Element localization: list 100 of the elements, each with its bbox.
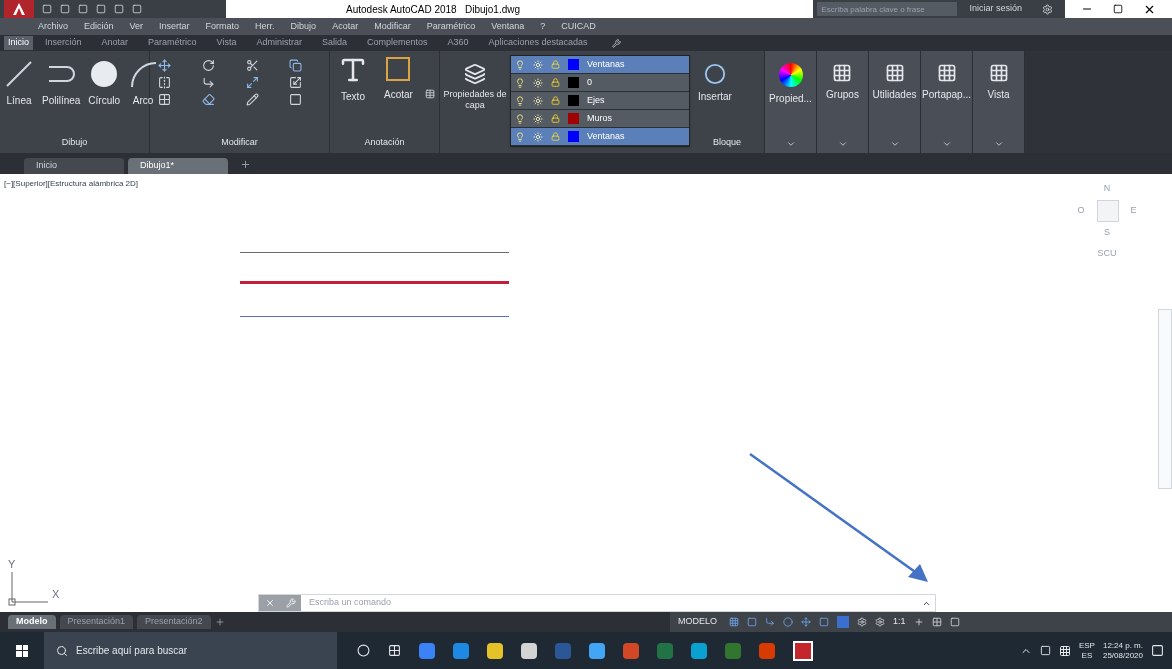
layout-tab[interactable]: Presentación2 — [137, 615, 211, 629]
scale-icon[interactable] — [289, 76, 303, 89]
ribbon-tool[interactable]: Círculo — [84, 59, 125, 108]
layout-tab[interactable]: Presentación1 — [59, 615, 134, 629]
app-icon[interactable] — [453, 642, 469, 659]
menu-item[interactable]: Ventana — [491, 19, 525, 34]
layer-row[interactable]: Ventanas — [511, 56, 689, 74]
menu-item[interactable]: Modificar — [374, 19, 411, 34]
status-icon[interactable] — [949, 617, 960, 627]
status-icon[interactable] — [913, 617, 924, 627]
layer-properties-label[interactable]: Propiedades de capa — [443, 89, 507, 111]
lock-icon[interactable] — [551, 78, 560, 87]
region-label[interactable]: ES — [1081, 650, 1093, 661]
model-space-button[interactable]: MODELO — [674, 615, 721, 629]
annotation-scale-button[interactable]: 1:1 — [893, 615, 906, 629]
scissors-icon[interactable] — [245, 59, 259, 72]
layer-row[interactable]: Ventanas — [511, 128, 689, 146]
layout-tab[interactable]: Modelo — [8, 615, 56, 629]
app-icon[interactable] — [589, 642, 605, 659]
ribbon-tab[interactable]: Inicio — [4, 36, 33, 50]
sun-icon[interactable] — [533, 113, 543, 124]
corner-arrow-icon[interactable] — [201, 76, 215, 89]
layer-row[interactable]: Ejes — [511, 92, 689, 110]
command-input[interactable]: Escriba un comando — [301, 596, 922, 610]
panel-title[interactable]: Dibujo — [0, 135, 149, 153]
status-icon[interactable] — [729, 617, 739, 627]
panel-title[interactable]: Modificar — [150, 135, 329, 153]
pencil-icon[interactable] — [245, 93, 259, 106]
sun-icon[interactable] — [533, 77, 543, 88]
language-label[interactable]: ESP — [1078, 640, 1095, 651]
ribbon-tab[interactable]: Vista — [208, 36, 245, 50]
app-icon[interactable] — [521, 642, 537, 659]
tool-icon[interactable] — [611, 38, 621, 48]
panel-title[interactable]: Bloque — [690, 135, 764, 153]
layer-row[interactable]: Muros — [511, 110, 689, 128]
app-logo-icon[interactable] — [4, 0, 34, 18]
document-tab[interactable]: Dibujo1* — [128, 158, 228, 174]
gear-icon[interactable] — [857, 617, 867, 627]
add-tab-icon[interactable] — [214, 617, 225, 627]
ribbon-tab[interactable]: Complementos — [359, 36, 436, 50]
taskbar-search-field[interactable]: Escribe aquí para buscar — [44, 632, 337, 669]
ribbon-tab[interactable]: Aplicaciones destacadas — [480, 36, 596, 50]
ribbon-tab[interactable]: Anotar — [93, 36, 137, 50]
lightbulb-icon[interactable] — [515, 77, 525, 88]
ribbon-tab[interactable]: Inserción — [37, 36, 90, 50]
status-icon[interactable] — [747, 617, 757, 627]
ribbon-tool[interactable]: Línea — [0, 59, 38, 108]
ribbon-tab[interactable]: Administrar — [248, 36, 310, 50]
ribbon-tab[interactable]: Salida — [313, 36, 355, 50]
mirror-icon[interactable] — [158, 76, 171, 89]
lightbulb-icon[interactable] — [515, 59, 525, 70]
menu-item[interactable]: Insertar — [159, 19, 190, 34]
layer-dropdown[interactable]: Ventanas 0 Ejes Muros Ventanas — [510, 55, 690, 147]
task-view-icon[interactable] — [388, 644, 401, 657]
lock-icon[interactable] — [551, 96, 560, 105]
status-icon[interactable] — [801, 617, 811, 627]
lock-icon[interactable] — [551, 132, 560, 141]
ribbon-tool[interactable]: Insertar — [694, 63, 736, 104]
status-icon[interactable] — [931, 617, 942, 627]
status-icon[interactable] — [783, 617, 793, 627]
clock-date[interactable]: 25/08/2020 — [1102, 650, 1143, 661]
ribbon-tool[interactable]: Polilínea — [38, 59, 85, 108]
eraser-icon[interactable] — [201, 93, 215, 106]
layer-row[interactable]: 0 — [511, 74, 689, 92]
ribbon-tool[interactable]: Arco — [124, 59, 163, 108]
grid-icon[interactable] — [158, 93, 171, 106]
sun-icon[interactable] — [533, 95, 543, 106]
sun-icon[interactable] — [533, 59, 543, 70]
rotate-icon[interactable] — [201, 59, 215, 72]
sign-in-button[interactable]: Iniciar sesión — [961, 2, 1030, 16]
windows-logo-icon[interactable] — [16, 644, 28, 657]
panel-title[interactable]: Anotación — [330, 135, 439, 153]
status-icon[interactable] — [819, 617, 829, 627]
clock-time[interactable]: 12:24 p. m. — [1102, 640, 1143, 651]
lock-icon[interactable] — [551, 114, 560, 123]
app-icon[interactable] — [487, 642, 503, 659]
move-icon[interactable] — [158, 59, 171, 72]
ribbon-tool[interactable]: Acotar — [380, 55, 417, 102]
menu-item[interactable]: Formato — [205, 19, 240, 34]
add-tab-icon[interactable] — [240, 159, 251, 170]
table-icon[interactable] — [424, 87, 435, 101]
menu-item[interactable]: ? — [540, 19, 546, 34]
viewport-label[interactable]: [−][Superior][Estructura alámbrica 2D] — [4, 178, 139, 190]
square-icon[interactable] — [289, 93, 303, 106]
menu-item[interactable]: Ver — [129, 19, 144, 34]
menu-item[interactable]: Paramétrico — [426, 19, 476, 34]
restore-icon[interactable] — [1113, 4, 1123, 14]
autocad-app-icon[interactable] — [793, 640, 813, 661]
lightbulb-icon[interactable] — [515, 113, 525, 124]
menu-item[interactable]: Archivo — [38, 19, 68, 34]
expand-icon[interactable] — [245, 76, 259, 89]
gear-icon[interactable] — [875, 617, 885, 627]
app-icon[interactable] — [419, 642, 435, 659]
lock-icon[interactable] — [551, 60, 560, 69]
ribbon-tab[interactable]: A360 — [439, 36, 477, 50]
sun-icon[interactable] — [533, 131, 543, 142]
app-icon[interactable] — [691, 642, 707, 659]
ribbon-tab[interactable]: Paramétrico — [140, 36, 205, 50]
menu-item[interactable]: Herr. — [255, 19, 275, 34]
cortana-icon[interactable] — [357, 644, 370, 657]
